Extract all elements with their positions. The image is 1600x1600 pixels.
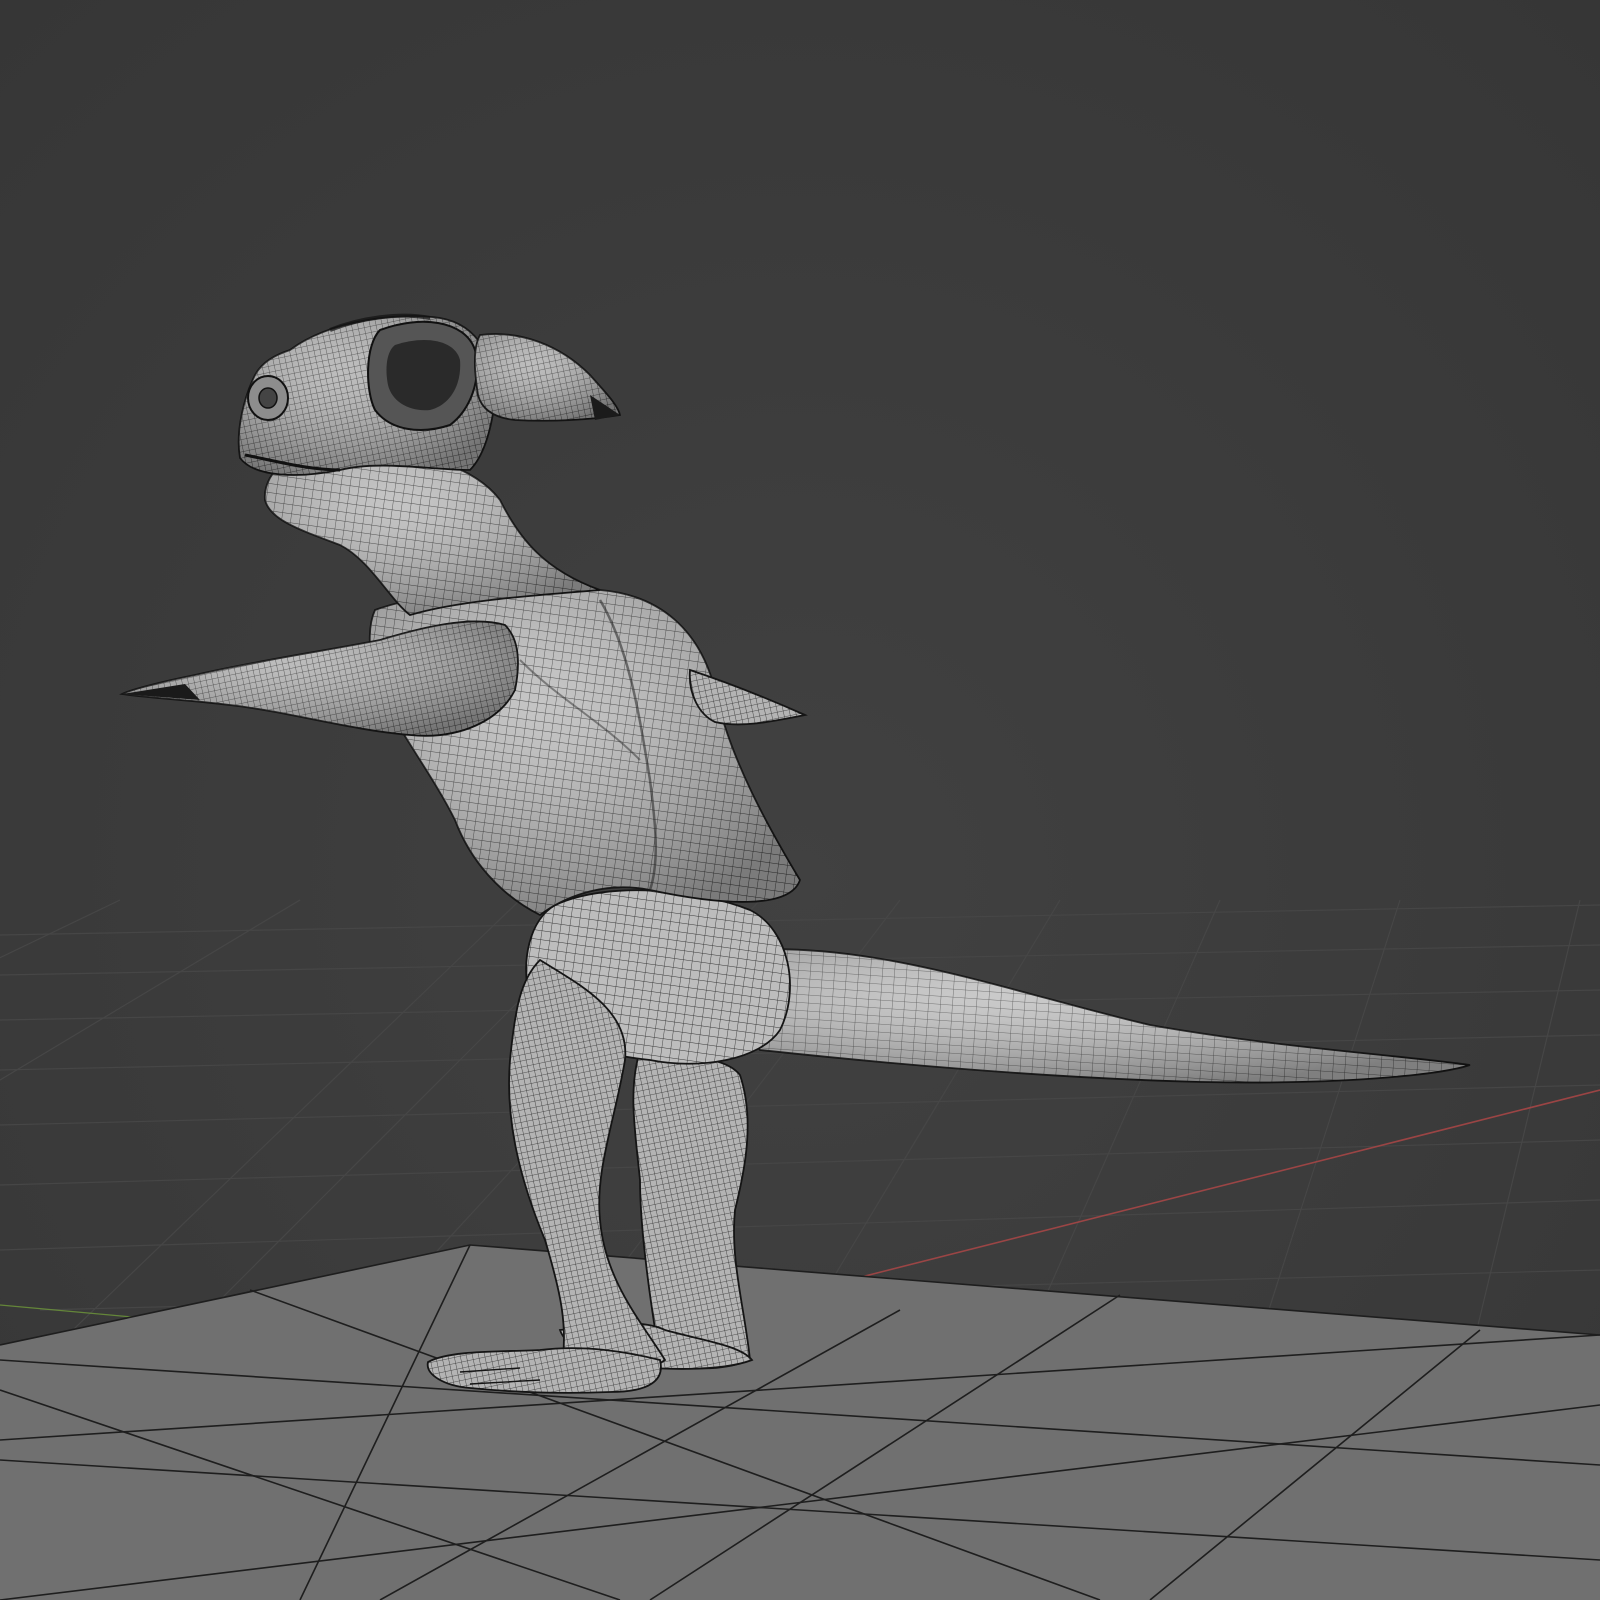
3d-viewport[interactable] <box>0 0 1600 1600</box>
foot-left[interactable] <box>427 1347 662 1394</box>
viewport-canvas[interactable] <box>0 0 1600 1600</box>
